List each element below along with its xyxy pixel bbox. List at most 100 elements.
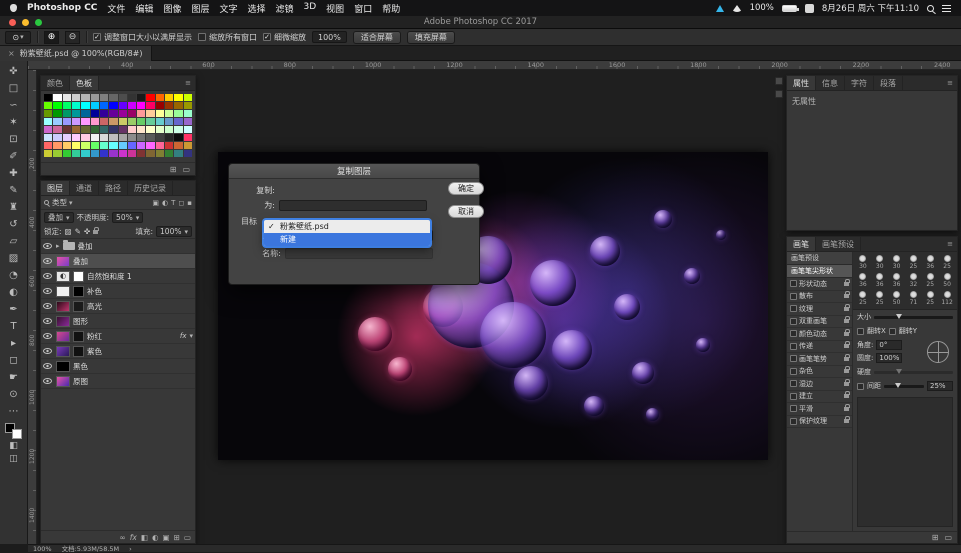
background-color-swatch[interactable]: [12, 429, 22, 439]
layer-row[interactable]: 补色: [41, 284, 195, 299]
fill-dropdown[interactable]: 100%▾: [156, 226, 192, 237]
color-swatch[interactable]: [81, 142, 89, 149]
mask-icon[interactable]: ◧: [141, 533, 148, 542]
brush-option-label[interactable]: 纹理: [799, 304, 813, 314]
color-swatch[interactable]: [128, 102, 136, 109]
tool-icon[interactable]: ⊙: [2, 386, 26, 403]
color-swatch[interactable]: [128, 134, 136, 141]
layer-fx-badge[interactable]: fx: [180, 332, 187, 340]
opacity-dropdown[interactable]: 50%▾: [112, 212, 143, 223]
color-swatch[interactable]: [174, 102, 182, 109]
brush-option-label[interactable]: 平滑: [799, 404, 813, 414]
tab-brush[interactable]: 画笔: [787, 237, 816, 251]
visibility-eye-icon[interactable]: [43, 333, 52, 339]
color-swatch[interactable]: [81, 94, 89, 101]
brush-tip[interactable]: 25: [939, 254, 955, 271]
tool-icon[interactable]: ⋯: [2, 403, 26, 420]
tool-icon[interactable]: ▱: [2, 233, 26, 250]
wifi-icon[interactable]: [732, 5, 742, 12]
lock-icon[interactable]: [844, 369, 849, 373]
adjustment-icon[interactable]: ◐: [152, 533, 159, 542]
checkbox[interactable]: [790, 343, 797, 350]
color-swatch[interactable]: [184, 94, 192, 101]
color-swatch[interactable]: [174, 110, 182, 117]
lock-icon[interactable]: [844, 407, 849, 411]
color-swatch[interactable]: [72, 142, 80, 149]
color-swatch[interactable]: [44, 102, 52, 109]
layer-thumbnail[interactable]: [56, 286, 70, 297]
visibility-eye-icon[interactable]: [43, 318, 52, 324]
brush-tip[interactable]: 30: [872, 254, 888, 271]
window-title-bar[interactable]: Adobe Photoshop CC 2017: [0, 16, 961, 29]
lock-icon[interactable]: [844, 419, 849, 423]
color-swatch[interactable]: [63, 142, 71, 149]
resize-windows-checkbox[interactable]: 调整窗口大小以满屏显示: [93, 32, 192, 43]
group-expand-icon[interactable]: ▸: [56, 242, 60, 250]
color-swatch[interactable]: [165, 94, 173, 101]
lock-icon[interactable]: [844, 394, 849, 398]
color-swatch[interactable]: [174, 94, 182, 101]
color-swatch[interactable]: [53, 150, 61, 157]
tool-icon[interactable]: ✎: [2, 182, 26, 199]
status-chevron-icon[interactable]: ›: [129, 545, 132, 553]
menu-item[interactable]: 视图: [326, 2, 344, 15]
brush-tip[interactable]: 25: [922, 272, 938, 289]
brush-option-row[interactable]: 颜色动态: [787, 328, 852, 341]
dropdown-option-new[interactable]: 新建: [264, 233, 430, 246]
color-swatch[interactable]: [44, 126, 52, 133]
tool-icon[interactable]: ◐: [2, 284, 26, 301]
color-swatch[interactable]: [184, 142, 192, 149]
tool-icon[interactable]: ✜: [2, 63, 26, 80]
color-swatch[interactable]: [165, 134, 173, 141]
color-swatch[interactable]: [100, 102, 108, 109]
color-swatch[interactable]: [109, 110, 117, 117]
layer-row[interactable]: 原图: [41, 374, 195, 389]
visibility-eye-icon[interactable]: [43, 288, 52, 294]
brush-option-row[interactable]: 形状动态: [787, 278, 852, 291]
lock-icon[interactable]: [844, 382, 849, 386]
color-swatch[interactable]: [72, 110, 80, 117]
visibility-eye-icon[interactable]: [43, 378, 52, 384]
fill-screen-button[interactable]: 填充屏幕: [407, 31, 455, 44]
color-swatch[interactable]: [53, 142, 61, 149]
input-method-icon[interactable]: [805, 4, 814, 13]
close-window-button[interactable]: [9, 19, 16, 26]
status-app-icon[interactable]: [716, 5, 724, 12]
fx-expand-icon[interactable]: ▾: [189, 332, 193, 340]
color-swatch[interactable]: [81, 110, 89, 117]
tab-swatches[interactable]: 色板: [70, 76, 99, 90]
tool-icon[interactable]: ✚: [2, 165, 26, 182]
color-swatch[interactable]: [72, 126, 80, 133]
color-swatch[interactable]: [44, 110, 52, 117]
color-swatch[interactable]: [174, 118, 182, 125]
tab-properties[interactable]: 属性: [787, 76, 816, 90]
color-swatch[interactable]: [119, 110, 127, 117]
notification-center-icon[interactable]: [942, 5, 951, 12]
layer-name[interactable]: 黑色: [73, 361, 88, 372]
color-swatch[interactable]: [100, 118, 108, 125]
color-swatch[interactable]: [156, 142, 164, 149]
brush-presets-button[interactable]: 画笔预设: [787, 252, 852, 265]
panel-menu-icon[interactable]: ≡: [943, 76, 957, 90]
color-swatch[interactable]: [91, 150, 99, 157]
layer-name[interactable]: 粉红: [87, 331, 102, 342]
visibility-eye-icon[interactable]: [43, 303, 52, 309]
color-swatch[interactable]: [81, 150, 89, 157]
checkbox[interactable]: [790, 393, 797, 400]
color-swatch[interactable]: [156, 150, 164, 157]
tool-icon[interactable]: □: [2, 80, 26, 97]
color-swatch[interactable]: [137, 142, 145, 149]
color-swatch[interactable]: [184, 102, 192, 109]
layer-row[interactable]: 紫色: [41, 344, 195, 359]
tab-channels[interactable]: 通道: [70, 181, 99, 195]
color-swatch[interactable]: [137, 102, 145, 109]
color-swatch[interactable]: [63, 102, 71, 109]
vertical-ruler[interactable]: 200400600800100012001400: [28, 70, 37, 544]
menu-item[interactable]: 3D: [304, 2, 317, 15]
brush-option-row[interactable]: 画笔笔势: [787, 353, 852, 366]
color-swatch[interactable]: [100, 150, 108, 157]
checkbox[interactable]: [790, 418, 797, 425]
color-swatch[interactable]: [184, 126, 192, 133]
color-swatch[interactable]: [119, 142, 127, 149]
color-swatch[interactable]: [137, 94, 145, 101]
